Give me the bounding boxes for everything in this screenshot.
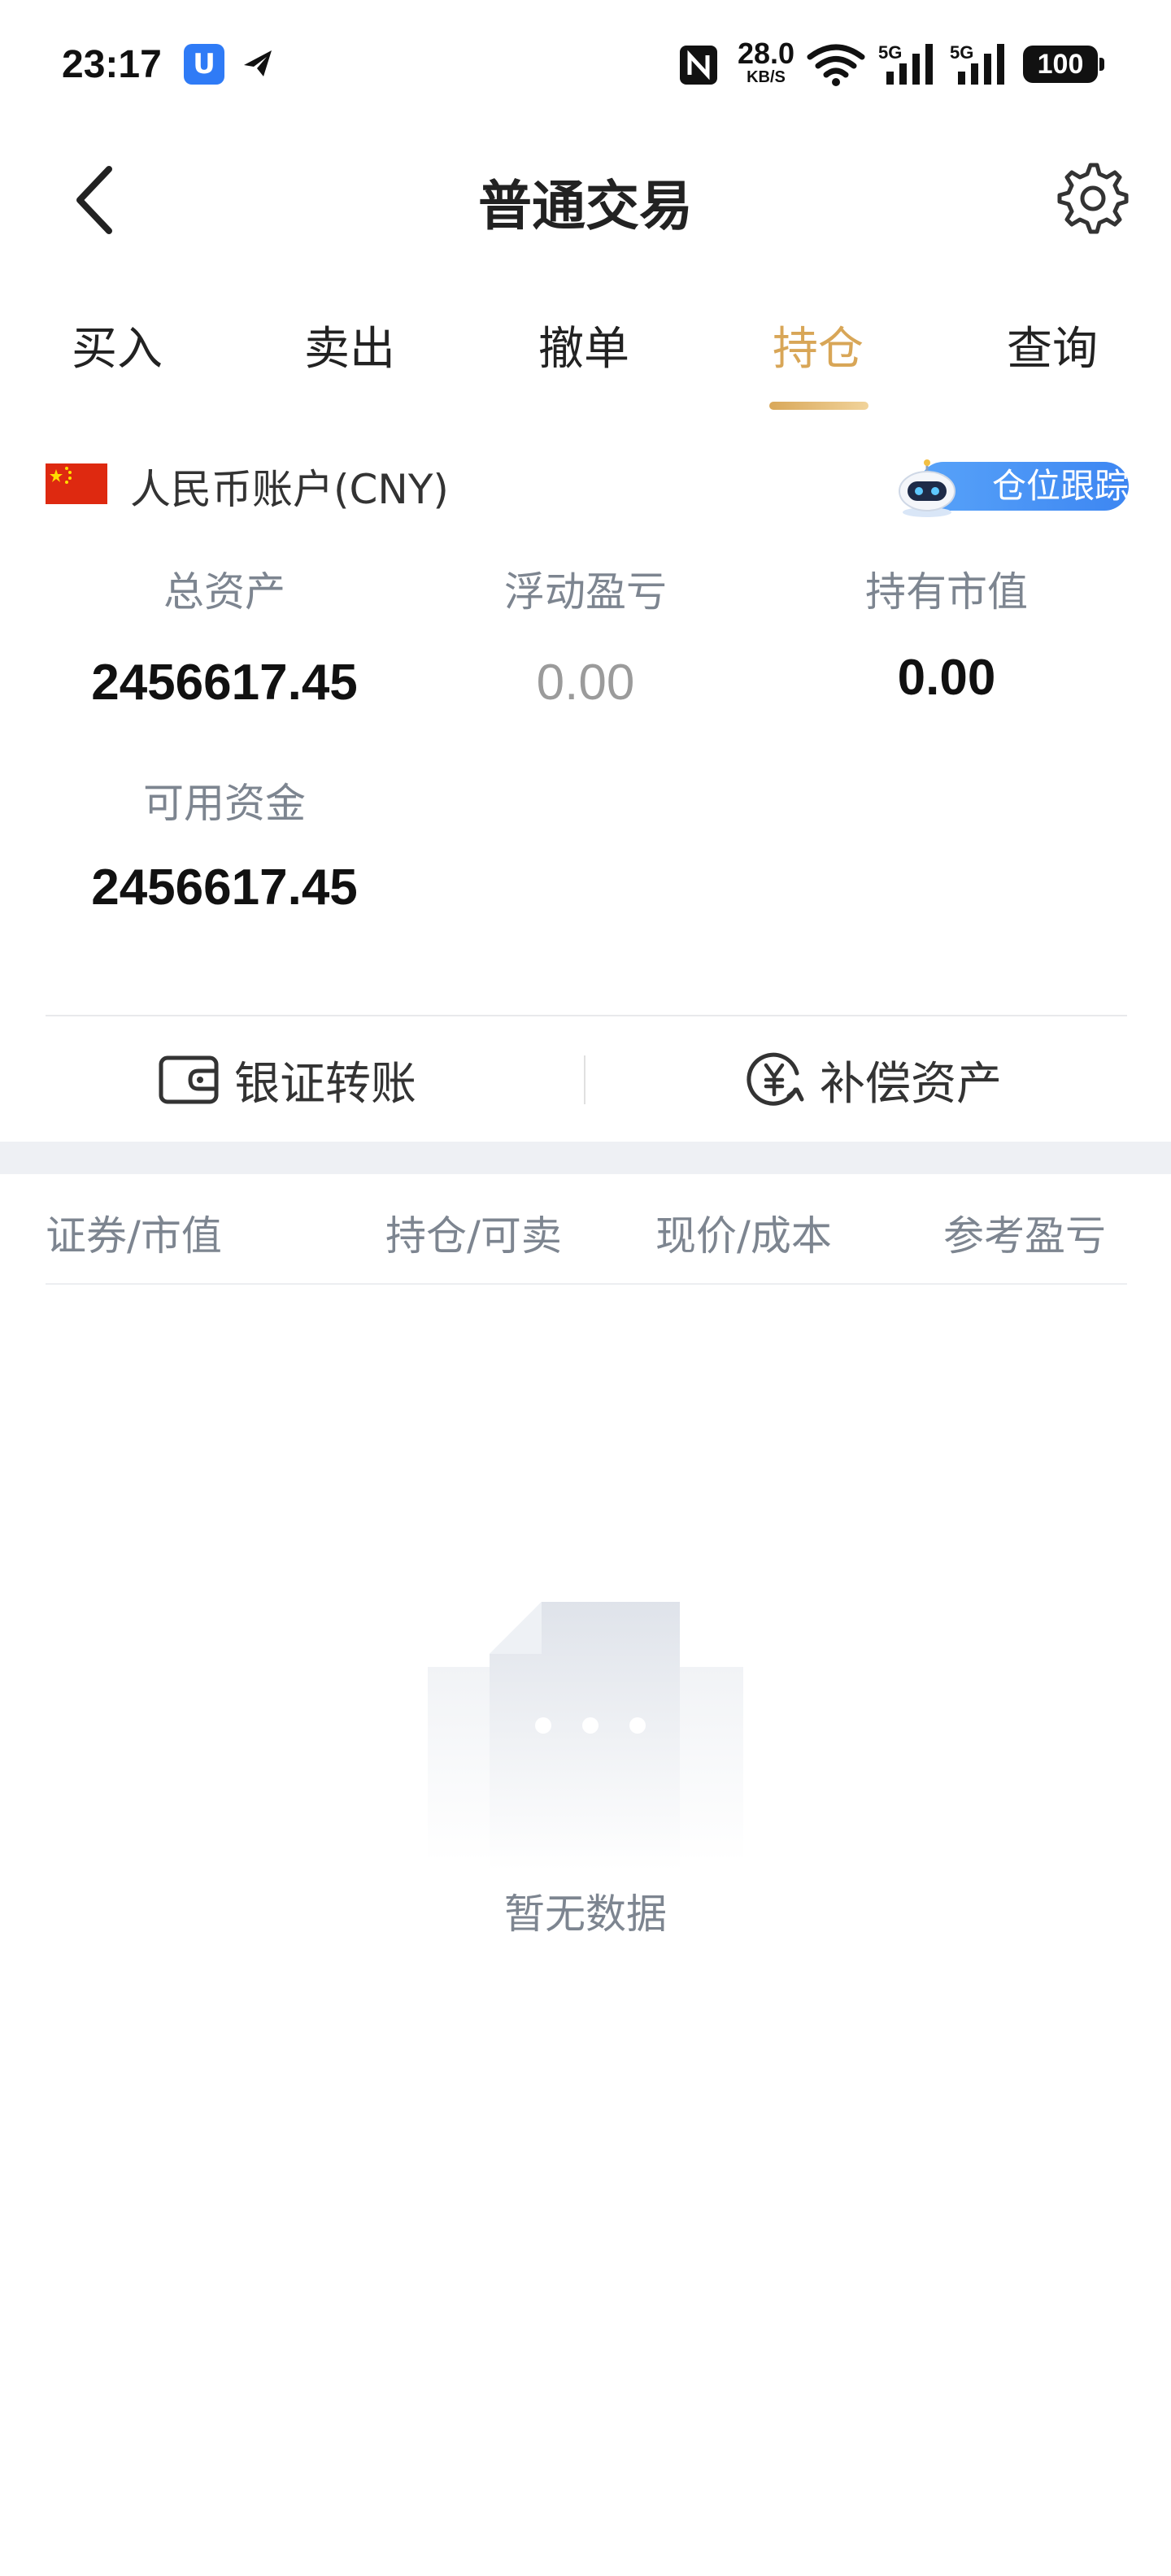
column-header-holding: 持仓/可卖 [385,1212,562,1260]
status-time: 23:17 [62,43,162,86]
account-label: 人民币账户(CNY) [130,466,449,513]
tab-buy[interactable]: 买入 [36,312,198,378]
signal-5g-icon: 5G [878,42,933,85]
robot-icon [899,459,956,517]
gear-icon[interactable] [1057,163,1129,234]
network-speed: 28.0 KB/S [737,37,795,87]
svg-text:5G: 5G [878,42,902,63]
column-header-price: 现价/成本 [655,1212,832,1260]
china-flag-icon [46,463,107,504]
total-assets-label: 总资产 [163,568,285,616]
telegram-icon [244,50,272,76]
active-tab-indicator [769,402,868,410]
tab-positions[interactable]: 持仓 [737,312,899,378]
compensation-assets-button[interactable]: 补偿资产 [743,1038,1002,1122]
page-title: 普通交易 [478,175,693,237]
floating-pnl-label: 浮动盈亏 [504,568,667,616]
table-header-divider [46,1283,1127,1285]
app-notification-icon: U [184,44,224,85]
wifi-icon [807,44,865,86]
tab-cancel-order[interactable]: 撤单 [503,312,665,378]
market-value-value: 0.00 [897,650,996,706]
tab-sell[interactable]: 卖出 [268,312,431,378]
column-header-pnl: 参考盈亏 [943,1212,1106,1260]
section-divider [46,1015,1127,1016]
signal-5g-icon: 5G [950,42,1004,85]
empty-state-text: 暂无数据 [504,1891,667,1938]
nfc-icon [680,46,717,85]
empty-document-icon [428,1602,743,1870]
column-header-security: 证券/市值 [46,1212,222,1260]
available-funds-value: 2456617.45 [91,859,358,916]
status-bar: 23:17 U 28.0 KB/S 5G 5G 100 [0,0,1171,130]
compensation-assets-label: 补偿资产 [820,1057,1002,1111]
action-separator [584,1055,586,1104]
tab-query[interactable]: 查询 [971,312,1134,378]
bank-transfer-label: 银证转账 [234,1057,416,1111]
wallet-icon [159,1055,219,1104]
floating-pnl-value: 0.00 [536,655,635,711]
bank-transfer-button[interactable]: 银证转账 [158,1038,416,1122]
position-tracking-button[interactable]: 仓位跟踪 [895,455,1129,517]
market-value-label: 持有市值 [865,568,1028,616]
yuan-refund-icon [747,1052,804,1106]
svg-text:5G: 5G [950,42,973,63]
available-funds-label: 可用资金 [143,780,306,827]
total-assets-value: 2456617.45 [91,655,358,711]
battery-indicator: 100 [1023,46,1104,83]
section-gap [0,1142,1171,1174]
